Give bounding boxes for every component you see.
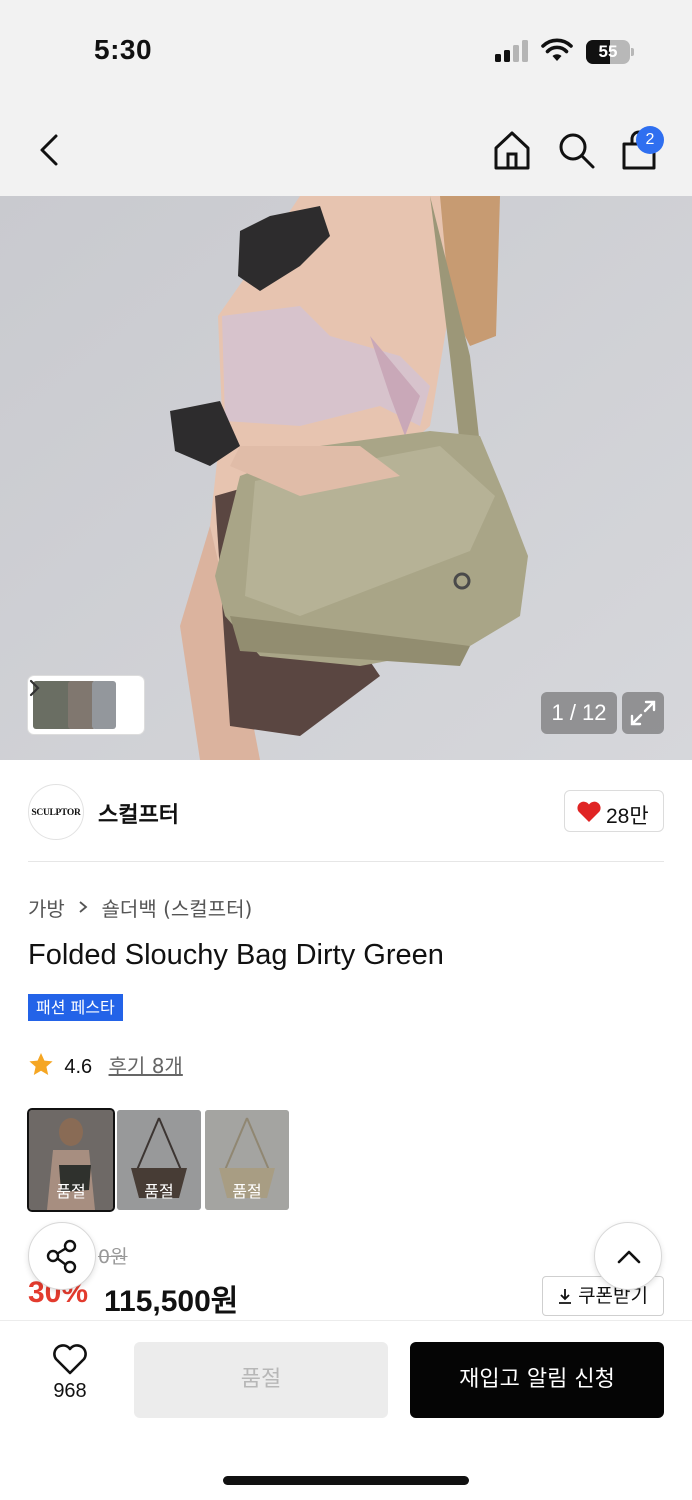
soldout-label: 품절 <box>144 1182 174 1201</box>
divider <box>28 861 664 862</box>
gallery-thumbnail-strip[interactable] <box>28 676 144 734</box>
cellular-signal-icon <box>495 40 528 62</box>
color-option-swatch[interactable]: 품절 <box>29 1110 113 1210</box>
product-rating: 4.6 후기 8개 <box>28 1050 183 1079</box>
heart-outline-icon <box>53 1344 87 1375</box>
star-icon <box>29 1053 53 1075</box>
wishlist-count: 968 <box>53 1380 87 1402</box>
cart-count-badge: 2 <box>636 126 664 154</box>
product-title: Folded Slouchy Bag Dirty Green <box>28 939 444 971</box>
breadcrumb-subcategory[interactable]: 숄더백 (스컬프터) <box>102 897 253 921</box>
original-price: 0원 <box>98 1246 128 1268</box>
wishlist-button[interactable]: 968 <box>38 1344 102 1403</box>
wifi-icon <box>541 38 573 61</box>
promo-badge: 패션 페스타 <box>28 994 123 1021</box>
soldout-label: 품절 <box>56 1182 86 1201</box>
share-icon <box>46 1239 77 1274</box>
brand-like-count: 28만 <box>606 805 649 828</box>
rating-score: 4.6 <box>64 1056 93 1078</box>
restock-alert-button[interactable]: 재입고 알림 신청 <box>410 1342 664 1418</box>
chevron-up-icon <box>617 1250 641 1264</box>
home-indicator <box>223 1476 469 1485</box>
battery-level: 55 <box>598 42 618 61</box>
back-arrow-icon[interactable] <box>28 128 72 172</box>
color-option-swatch[interactable]: 품절 <box>117 1110 201 1210</box>
battery-icon: 55 <box>586 40 634 64</box>
download-icon <box>559 1289 572 1304</box>
sale-price: 115,500원 <box>104 1285 239 1318</box>
product-image-gallery[interactable]: 1 / 12 <box>0 196 692 760</box>
review-count-link[interactable]: 후기 8개 <box>109 1054 183 1078</box>
gallery-thumbnail[interactable] <box>92 681 116 729</box>
status-time: 5:30 <box>94 34 153 65</box>
gallery-page-counter: 1 / 12 <box>541 692 617 734</box>
expand-button[interactable] <box>622 692 664 734</box>
chevron-right-icon[interactable] <box>28 676 42 700</box>
breadcrumb-category[interactable]: 가방 <box>28 897 65 921</box>
brand-logo[interactable]: SCULPTOR <box>28 784 84 840</box>
heart-filled-icon <box>577 801 601 822</box>
share-button[interactable] <box>28 1222 96 1290</box>
breadcrumb: 가방 숄더백 (스컬프터) <box>28 893 252 922</box>
expand-icon <box>630 700 656 726</box>
chevron-right-icon <box>77 896 89 920</box>
brand-name[interactable]: 스컬프터 <box>98 797 179 829</box>
soldout-button: 품절 <box>134 1342 388 1418</box>
home-icon[interactable] <box>490 128 534 172</box>
soldout-label: 품절 <box>232 1182 262 1201</box>
search-icon[interactable] <box>554 128 598 172</box>
status-bar: 5:30 55 <box>0 0 692 100</box>
brand-like-button[interactable]: 28만 <box>564 790 664 832</box>
scroll-top-button[interactable] <box>594 1222 662 1290</box>
color-option-swatch[interactable]: 품절 <box>205 1110 289 1210</box>
